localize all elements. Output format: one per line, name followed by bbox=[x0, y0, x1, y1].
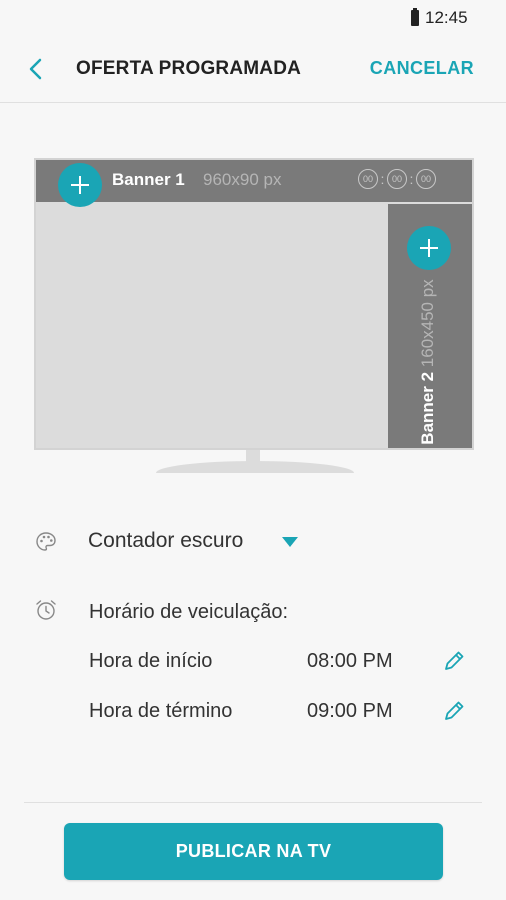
tv-preview: Banner 1 960x90 px 00 : 00 : 00 Banner 2… bbox=[34, 158, 474, 450]
banner-2-label: Banner 2 160x450 px bbox=[418, 264, 444, 460]
edit-end-time-pencil-icon[interactable] bbox=[441, 698, 467, 724]
divider bbox=[24, 802, 482, 803]
banner-2-size: 160x450 px bbox=[418, 279, 437, 368]
status-time: 12:45 bbox=[425, 8, 468, 27]
alarm-clock-icon bbox=[36, 600, 56, 620]
end-time-label: Hora de término bbox=[89, 700, 233, 722]
cancel-button[interactable]: CANCELAR bbox=[370, 58, 474, 79]
end-time-row: Hora de término 09:00 PM bbox=[89, 700, 479, 730]
start-time-label: Hora de início bbox=[89, 650, 213, 672]
page-title: OFERTA PROGRAMADA bbox=[76, 58, 302, 79]
app-bar: OFERTA PROGRAMADA CANCELAR bbox=[0, 36, 506, 103]
timer-seconds: 00 bbox=[416, 169, 436, 189]
edit-start-time-pencil-icon[interactable] bbox=[441, 648, 467, 674]
banner-1-title: Banner 1 bbox=[112, 170, 185, 189]
banner-1-slot: Banner 1 960x90 px 00 : 00 : 00 bbox=[36, 160, 472, 207]
add-banner-1-button[interactable] bbox=[58, 163, 102, 207]
theme-selector[interactable]: Contador escuro bbox=[0, 520, 506, 564]
plus-icon bbox=[71, 176, 89, 194]
timer-hours: 00 bbox=[358, 169, 378, 189]
timer-minutes: 00 bbox=[387, 169, 407, 189]
plus-icon bbox=[420, 239, 438, 257]
palette-icon bbox=[36, 532, 56, 551]
banner-1-size: 960x90 px bbox=[203, 170, 282, 189]
tv-stand-base bbox=[156, 461, 354, 473]
start-time-row: Hora de início 08:00 PM bbox=[89, 650, 479, 680]
start-time-value: 08:00 PM bbox=[307, 650, 393, 672]
banner-2-title: Banner 2 bbox=[418, 371, 437, 445]
battery-icon bbox=[411, 8, 419, 26]
dropdown-arrow-icon bbox=[282, 537, 298, 547]
chevron-left-icon bbox=[29, 58, 42, 80]
status-bar: 12:45 bbox=[0, 0, 506, 36]
banner-2-slot: Banner 2 160x450 px bbox=[388, 204, 472, 448]
countdown-timer: 00 : 00 : 00 bbox=[358, 169, 436, 189]
end-time-value: 09:00 PM bbox=[307, 700, 393, 722]
back-button[interactable] bbox=[22, 52, 52, 86]
schedule-title: Horário de veiculação: bbox=[89, 601, 288, 623]
theme-selected-value: Contador escuro bbox=[88, 529, 244, 552]
publish-button[interactable]: PUBLICAR NA TV bbox=[64, 823, 443, 880]
